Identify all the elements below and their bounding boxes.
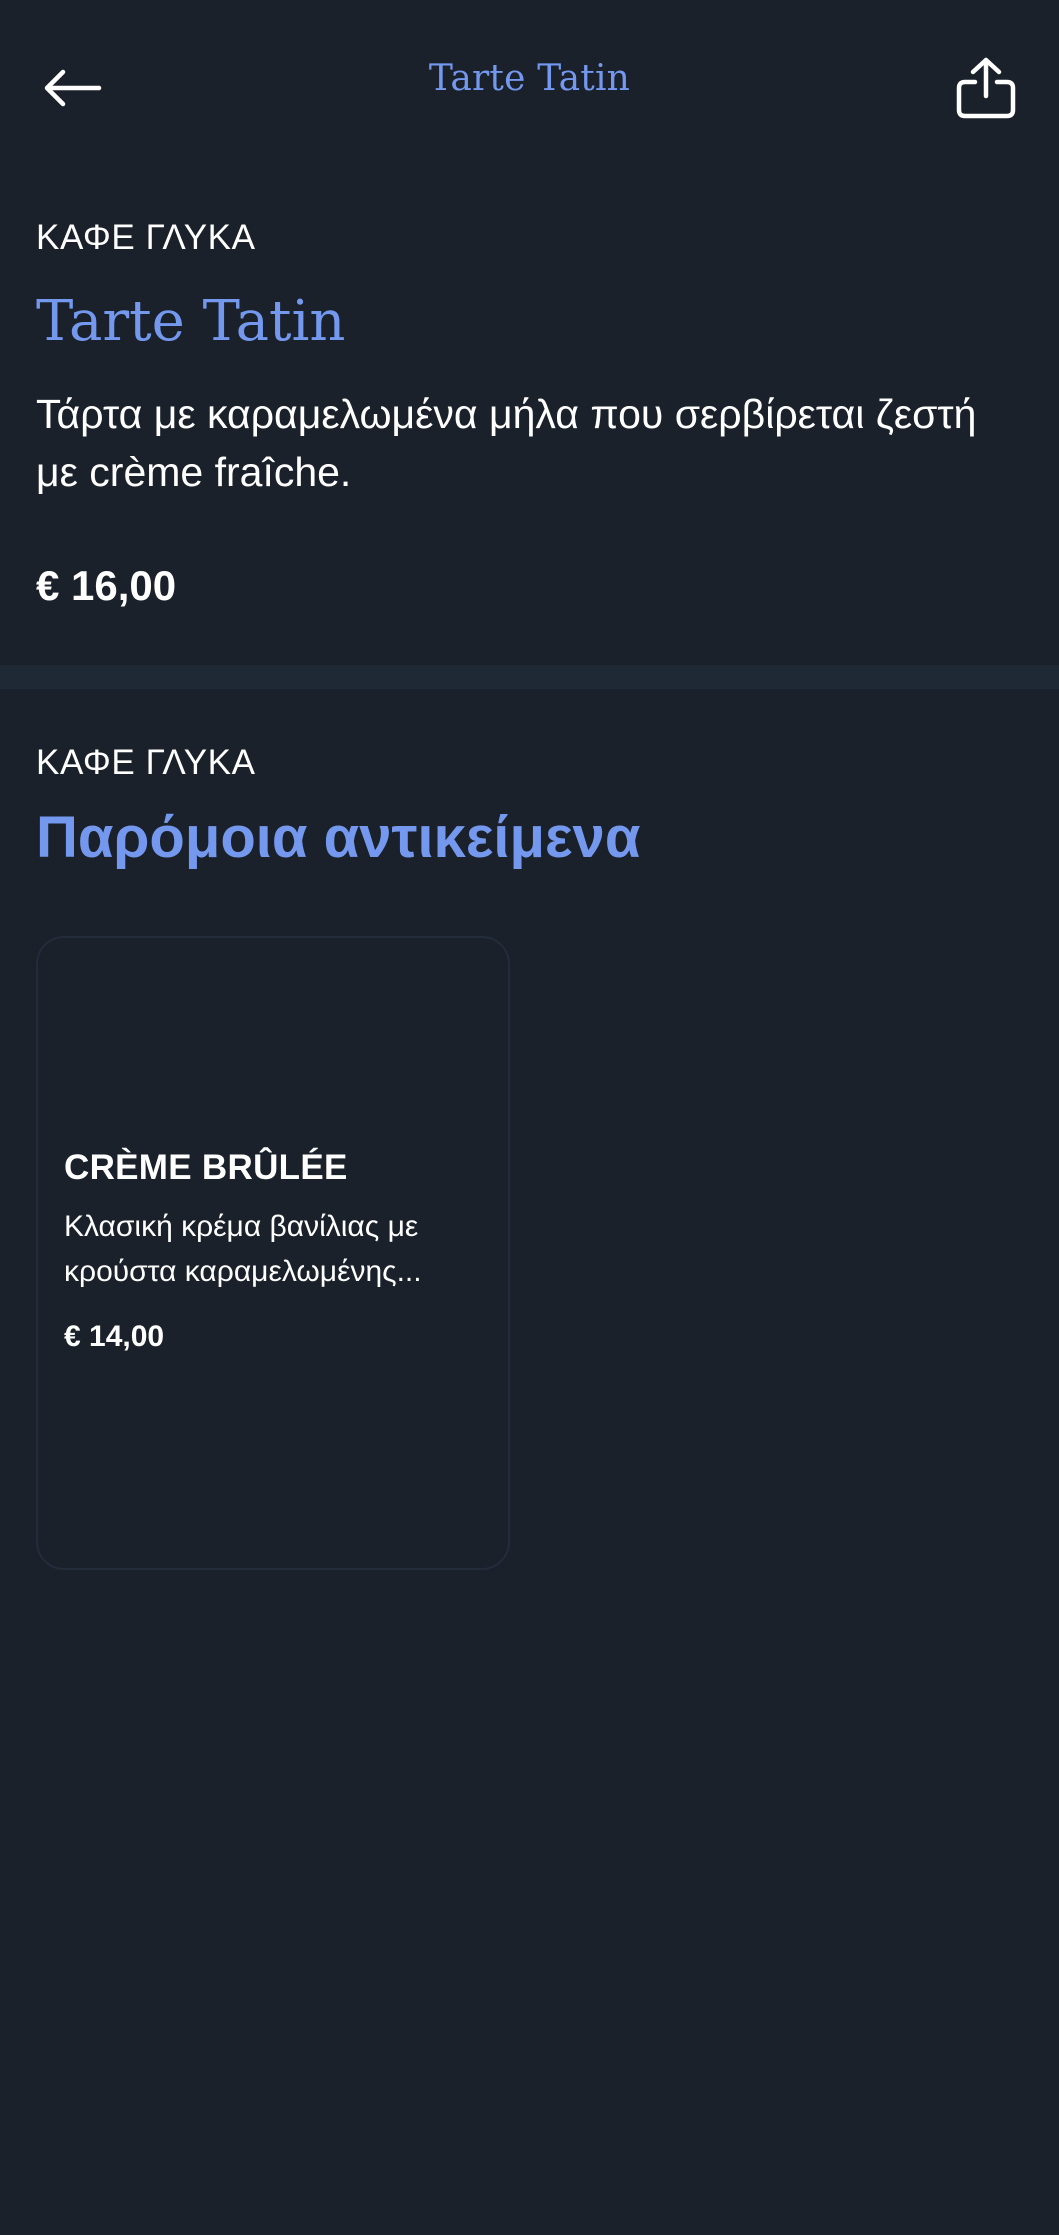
similar-category: ΚΑΦΕ ΓΛΥΚΑ bbox=[36, 743, 256, 782]
top-bar: Tarte Tatin bbox=[0, 0, 1059, 170]
similar-title: Παρόμοια αντικείμενα bbox=[36, 805, 641, 870]
similar-item-card[interactable]: CRÈME BRÛLÉE Κλασική κρέμα βανίλιας με κ… bbox=[36, 936, 510, 1570]
similar-items-section: ΚΑΦΕ ΓΛΥΚΑ Παρόμοια αντικείμενα bbox=[36, 745, 1026, 870]
similar-item-description: Κλασική κρέμα βανίλιας με κρούστα καραμε… bbox=[64, 1210, 422, 1288]
item-description: Τάρτα με καραμελωμένα μήλα που σερβίρετα… bbox=[36, 390, 977, 495]
similar-item-price: € 14,00 bbox=[64, 1320, 165, 1353]
share-button[interactable] bbox=[946, 48, 1026, 128]
header-title: Tarte Tatin bbox=[428, 58, 631, 99]
share-icon bbox=[956, 57, 1016, 119]
item-detail: ΚΑΦΕ ΓΛΥΚΑ Tarte Tatin Τάρτα με καραμελω… bbox=[36, 220, 1026, 501]
item-price: € 16,00 bbox=[36, 562, 177, 609]
similar-item-name: CRÈME BRÛLÉE bbox=[64, 1148, 348, 1187]
section-divider bbox=[0, 665, 1059, 689]
item-category: ΚΑΦΕ ΓΛΥΚΑ bbox=[36, 218, 256, 257]
item-title: Tarte Tatin bbox=[36, 289, 346, 354]
